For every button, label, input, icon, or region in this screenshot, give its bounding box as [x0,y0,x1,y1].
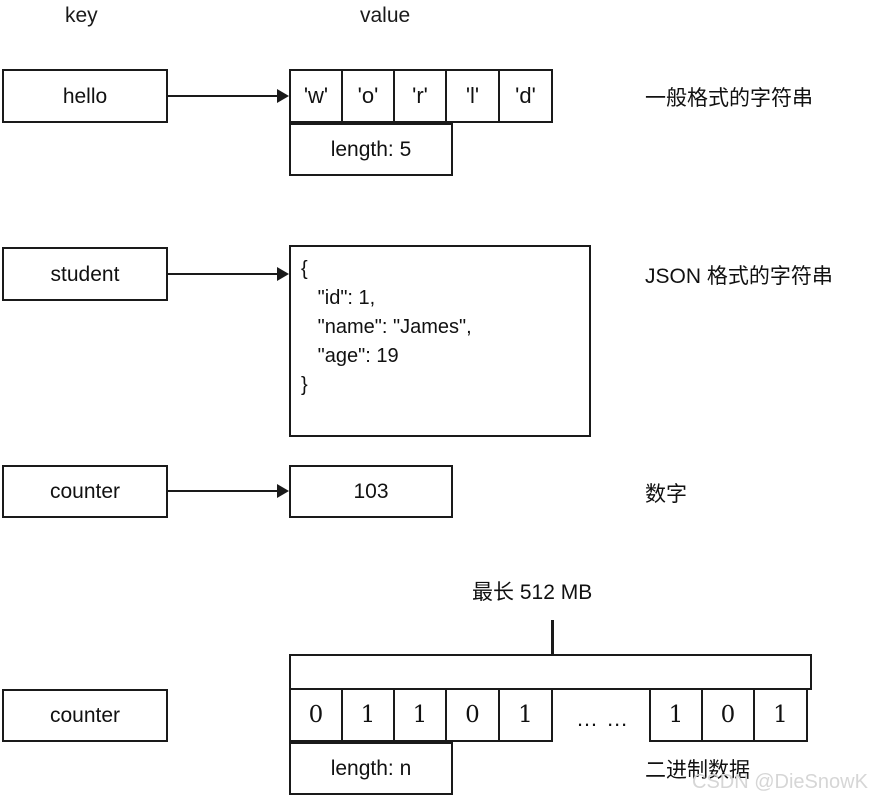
binary-cell: 0 [445,688,500,742]
length-label: length: 5 [330,138,412,161]
binary-cell: 0 [289,688,343,742]
char-cell-row: 'w' 'o' 'r' 'l' 'd' [289,69,553,123]
binary-cell: 1 [649,688,703,742]
json-value-box: { "id": 1, "name": "James", "age": 19 } [289,245,591,437]
arrow-head-counter [277,484,289,498]
length-box-hello: length: 5 [289,123,453,176]
caption-json-string: JSON 格式的字符串 [645,265,833,288]
key-label: counter [49,704,121,727]
key-box-hello: hello [2,69,168,123]
char-cell: 'r' [393,69,447,123]
key-label: counter [49,480,121,503]
caption-plain-string: 一般格式的字符串 [645,87,813,110]
capacity-bar [289,654,812,690]
max-size-note: 最长 512 MB [472,581,593,604]
binary-cell: 0 [701,688,755,742]
length-box-binary: length: n [289,742,453,795]
key-box-counter: counter [2,465,168,518]
arrow-head-hello [277,89,289,103]
char-cell: 'd' [498,69,553,123]
number-value: 103 [353,480,389,503]
binary-cell-row-left: 0 1 1 0 1 [289,688,553,742]
key-box-counter-binary: counter [2,689,168,742]
key-box-student: student [2,247,168,301]
binary-cell: 1 [393,688,447,742]
arrow-line-counter [168,490,278,492]
char-cell: 'l' [445,69,500,123]
char-cell: 'o' [341,69,395,123]
binary-cell: 1 [753,688,808,742]
char-cell: 'w' [289,69,343,123]
caption-number: 数字 [645,483,687,506]
arrow-head-student [277,267,289,281]
column-header-value: value [360,4,411,27]
diagram-canvas: key value hello 'w' 'o' 'r' 'l' 'd' leng… [0,0,887,800]
size-note-connector [551,620,554,656]
binary-cell: 1 [341,688,395,742]
number-value-box: 103 [289,465,453,518]
binary-cell-row-right: 1 0 1 [649,688,808,742]
arrow-line-student [168,273,278,275]
arrow-line-hello [168,95,278,97]
binary-cell: 1 [498,688,553,742]
key-label: student [50,262,120,286]
column-header-key: key [65,4,98,27]
watermark: CSDN @DieSnowK [692,771,868,793]
binary-ellipsis: … … [576,706,630,731]
key-label: hello [62,84,108,108]
length-label: length: n [330,757,412,780]
